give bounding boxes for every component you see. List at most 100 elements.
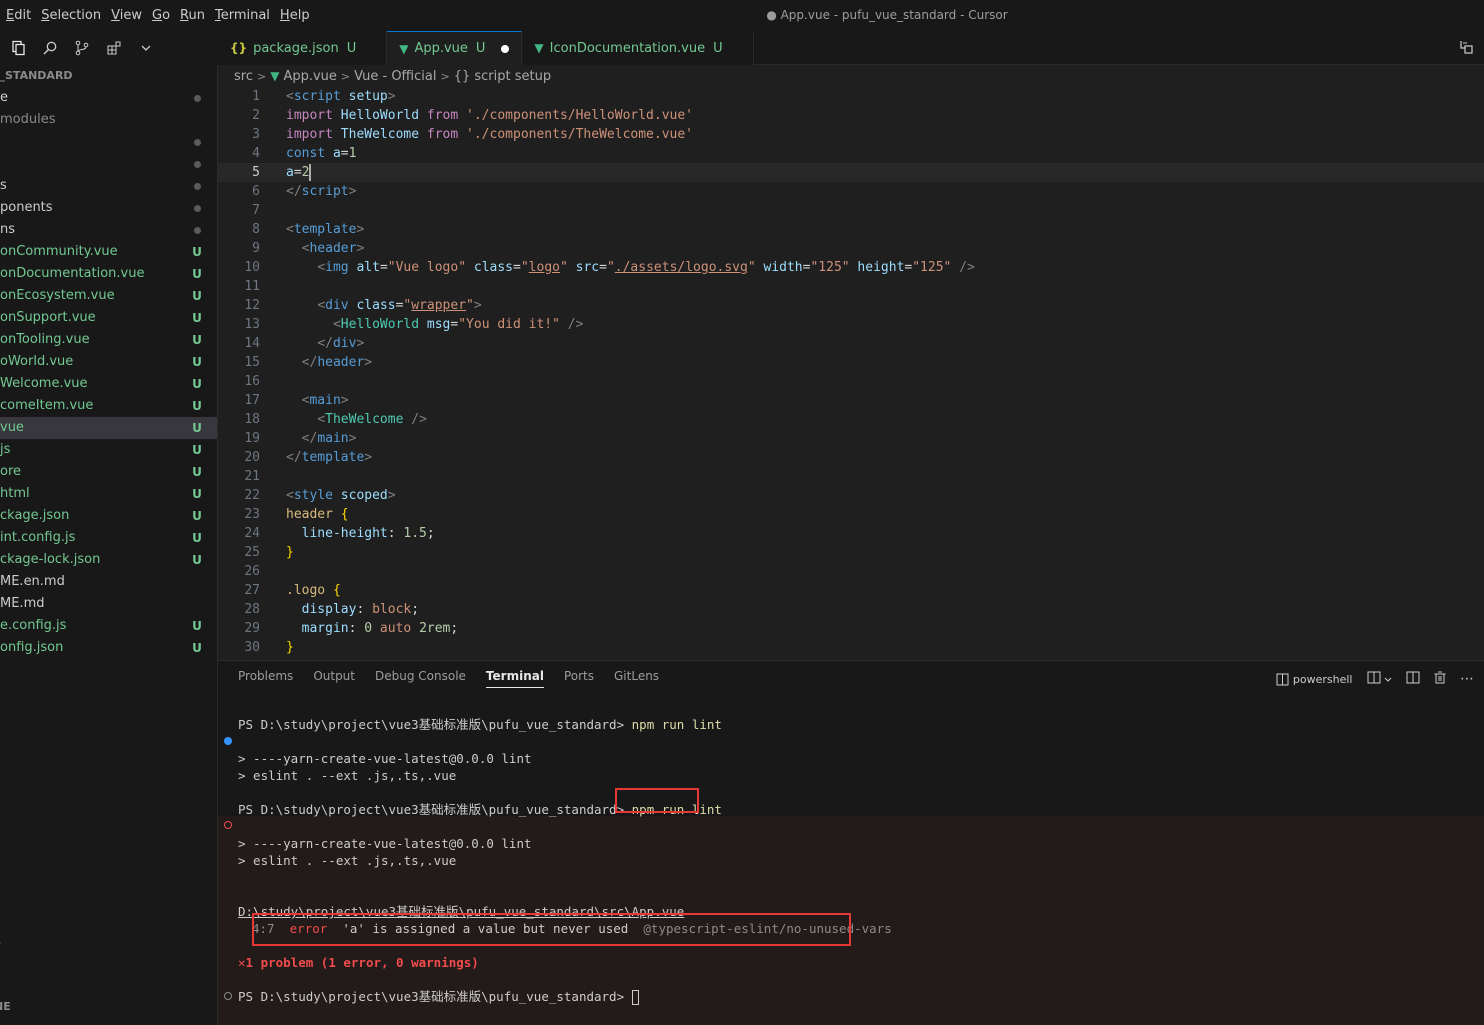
code-line[interactable]: 27 .logo { (218, 581, 1484, 600)
split-editor-icon[interactable] (1458, 39, 1474, 59)
code-editor[interactable]: 1 <script setup> 2 import HelloWorld from '… (218, 87, 1484, 660)
file-tree-item[interactable]: ckage-lock.json U (0, 549, 217, 571)
title-bar: Edit Selection View Go Run Terminal Help ● App… (0, 0, 1484, 31)
code-line[interactable]: 28 display: block; (218, 600, 1484, 619)
breadcrumb-symbol[interactable]: {} script setup (454, 69, 551, 84)
split-terminal-icon[interactable] (1367, 671, 1393, 687)
code-line[interactable]: 5 a=2 (218, 163, 1484, 182)
breadcrumb-file[interactable]: App.vue (283, 69, 336, 84)
tab-package-json[interactable]: {} package.json U (218, 31, 388, 65)
code-line[interactable]: 22 <style scoped> (218, 486, 1484, 505)
code-line[interactable]: 7 (218, 201, 1484, 220)
menu-item-view[interactable]: View (109, 0, 150, 31)
file-tree-item[interactable]: Welcome.vue U (0, 373, 217, 395)
file-tree-item[interactable]: s (0, 175, 217, 197)
code-text: </script> (286, 184, 357, 199)
code-line[interactable]: 24 line-height: 1.5; (218, 524, 1484, 543)
panel-tab-problems[interactable]: Problems (238, 669, 293, 688)
menu-item-go[interactable]: Go (150, 0, 178, 31)
source-control-icon[interactable] (68, 34, 96, 62)
more-actions-icon[interactable]: ⋯ (1460, 671, 1474, 687)
code-line[interactable]: 25} (218, 543, 1484, 562)
code-line[interactable]: 12 <div class="wrapper"> (218, 296, 1484, 315)
code-line[interactable]: 3 import TheWelcome from './components/Th… (218, 125, 1484, 144)
file-tree-item[interactable]: e (0, 87, 217, 109)
file-tree-item[interactable]: ns (0, 219, 217, 241)
menu-item-terminal[interactable]: Terminal (213, 0, 278, 31)
panel-tab-output[interactable]: Output (313, 669, 355, 688)
terminal-output[interactable]: PS D:\study\project\vue3基础标准版\pufu_vue_s… (218, 706, 1484, 1025)
menu-item-edit[interactable]: Edit (4, 0, 39, 31)
file-tree-item[interactable]: ckage.json U (0, 505, 217, 527)
panel-tab-terminal[interactable]: Terminal (485, 669, 544, 688)
file-tree-item[interactable]: onCommunity.vue U (0, 241, 217, 263)
code-line[interactable]: 17 <main> (218, 391, 1484, 410)
file-name: modules (0, 112, 56, 127)
file-tree-item[interactable]: oWorld.vue U (0, 351, 217, 373)
file-tree-item[interactable]: comeItem.vue U (0, 395, 217, 417)
tab-icondocumentation-vue[interactable]: ▼ IconDocumentation.vue U (522, 31, 754, 65)
menu-item-run[interactable]: Run (178, 0, 213, 31)
code-line[interactable]: 18 <TheWelcome /> (218, 410, 1484, 429)
file-tree-item[interactable] (0, 153, 217, 175)
file-tree-item[interactable]: ME.md (0, 593, 217, 615)
file-tree-item[interactable]: modules (0, 109, 217, 131)
chevron-down-icon[interactable] (132, 34, 160, 62)
breadcrumb-language[interactable]: Vue - Official (354, 69, 436, 84)
code-line[interactable]: 13 <HelloWorld msg="You did it!" /> (218, 315, 1484, 334)
explorer-icon[interactable] (4, 34, 32, 62)
outline-section-label[interactable]: S (0, 935, 1, 948)
file-tree-item[interactable]: ME.en.md (0, 571, 217, 593)
code-line[interactable]: 20 </template> (218, 448, 1484, 467)
code-line[interactable]: 6 </script> (218, 182, 1484, 201)
code-line[interactable]: 1 <script setup> (218, 87, 1484, 106)
tab-app-vue[interactable]: ▼ App.vue U (387, 31, 523, 65)
code-line[interactable]: 2 import HelloWorld from './components/He… (218, 106, 1484, 125)
code-line[interactable]: 10 <img alt="Vue logo" class="logo" src=… (218, 258, 1484, 277)
file-tree-item[interactable]: onEcosystem.vue U (0, 285, 217, 307)
line-number: 19 (244, 431, 260, 446)
file-tree-item[interactable]: onTooling.vue U (0, 329, 217, 351)
file-tree-item[interactable] (0, 131, 217, 153)
code-line[interactable]: 30} (218, 638, 1484, 657)
code-line[interactable]: 26 (218, 562, 1484, 581)
file-tree-item[interactable]: onfig.json U (0, 637, 217, 659)
trash-icon[interactable] (1434, 671, 1446, 687)
code-line[interactable]: 16 (218, 372, 1484, 391)
file-tree-item[interactable]: ponents (0, 197, 217, 219)
file-tree-item[interactable]: int.config.js U (0, 527, 217, 549)
maximize-panel-icon[interactable] (1406, 671, 1420, 687)
panel-tab-debug-console[interactable]: Debug Console (375, 669, 466, 688)
command-idle-marker[interactable] (224, 992, 232, 1000)
unsaved-dot-icon[interactable] (501, 44, 510, 53)
search-icon[interactable] (36, 34, 64, 62)
command-error-marker[interactable] (224, 821, 232, 829)
menu-item-help[interactable]: Help (278, 0, 318, 31)
breadcrumb-src[interactable]: src (234, 69, 253, 84)
file-tree-item[interactable]: ore U (0, 461, 217, 483)
code-line[interactable]: 19 </main> (218, 429, 1484, 448)
code-line[interactable]: 8 <template> (218, 220, 1484, 239)
code-line[interactable]: 15 </header> (218, 353, 1484, 372)
menu-item-selection[interactable]: Selection (39, 0, 109, 31)
file-tree-item[interactable]: e.config.js U (0, 615, 217, 637)
file-tree-item[interactable]: onDocumentation.vue U (0, 263, 217, 285)
code-line[interactable]: 29 margin: 0 auto 2rem; (218, 619, 1484, 638)
panel-tab-ports[interactable]: Ports (564, 669, 594, 688)
file-tree-item[interactable]: vue U (0, 417, 217, 439)
code-line[interactable]: 14 </div> (218, 334, 1484, 353)
code-line[interactable]: 21 (218, 467, 1484, 486)
code-line[interactable]: 9 <header> (218, 239, 1484, 258)
file-tree-item[interactable]: onSupport.vue U (0, 307, 217, 329)
panel-tab-gitlens[interactable]: GitLens (614, 669, 659, 688)
code-line[interactable]: 11 (218, 277, 1484, 296)
terminal-shell-selector[interactable]: powershell (1276, 673, 1353, 686)
file-tree-item[interactable]: html U (0, 483, 217, 505)
timeline-section-label[interactable]: NE (0, 1000, 11, 1013)
extensions-icon[interactable] (100, 34, 128, 62)
file-tree-item[interactable]: js U (0, 439, 217, 461)
code-line[interactable]: 23 header { (218, 505, 1484, 524)
line-number: 13 (244, 317, 260, 332)
command-success-marker[interactable] (224, 737, 232, 745)
code-line[interactable]: 4 const a=1 (218, 144, 1484, 163)
